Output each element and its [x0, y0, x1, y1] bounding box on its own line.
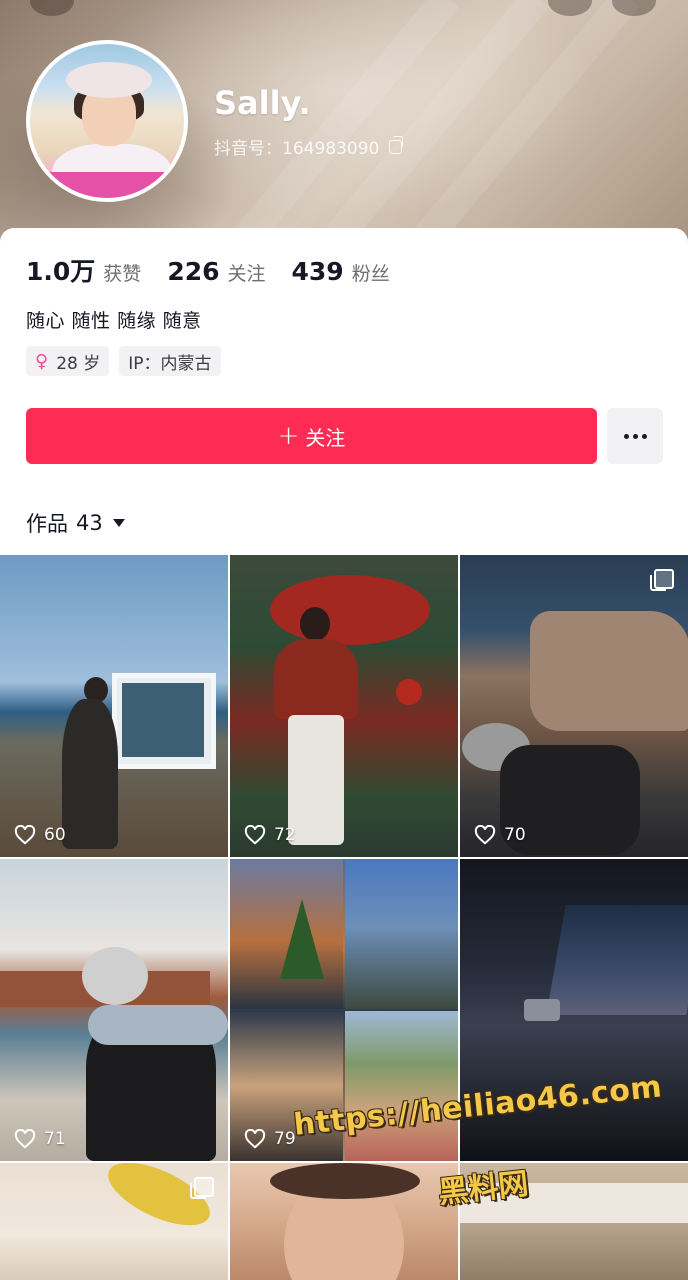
ornament: [396, 679, 422, 705]
heart-icon: [244, 1129, 266, 1149]
ip-tag: IP：内蒙古: [119, 346, 221, 376]
person-sweater: [274, 639, 358, 719]
stat-followers-count: 439: [291, 257, 344, 286]
person-pants: [288, 715, 344, 845]
avatar-towel: [30, 172, 184, 198]
back-button[interactable]: [30, 0, 74, 16]
heart-icon: [14, 1129, 36, 1149]
search-button[interactable]: [548, 0, 592, 16]
video-thumbnail[interactable]: [230, 1163, 458, 1280]
multi-image-icon: [190, 1177, 214, 1199]
balloon: [99, 1163, 219, 1239]
stat-following[interactable]: 226 关注: [167, 257, 265, 286]
christmas-tree: [280, 899, 324, 979]
douyin-id-text: 抖音号：164983090: [214, 139, 380, 159]
multi-image-icon: [650, 569, 674, 591]
car-window: [546, 905, 688, 1015]
person-hair: [270, 1163, 420, 1199]
douyin-id-row: 抖音号：164983090: [214, 134, 404, 159]
likes-counter: 72: [244, 825, 296, 845]
heart-icon: [474, 825, 496, 845]
side-mirror: [524, 999, 560, 1021]
stat-following-count: 226: [167, 257, 220, 286]
likes-count: 60: [44, 825, 66, 845]
profile-stats: 1.0万 获赞 226 关注 439 粉丝: [26, 252, 416, 288]
video-thumbnail[interactable]: 71: [0, 859, 228, 1161]
more-options-button[interactable]: [607, 408, 663, 464]
stat-followers-label: 粉丝: [351, 263, 390, 285]
more-dot-icon: [632, 433, 638, 439]
person-head: [300, 607, 330, 641]
rock: [530, 611, 688, 731]
follow-button-label: 关注: [305, 425, 346, 450]
works-tab-count: 43: [76, 511, 103, 535]
profile-bio: 随心 随性 随缘 随意: [26, 310, 202, 332]
collage-tile: [345, 1011, 458, 1161]
likes-counter: 60: [14, 825, 66, 845]
works-tab[interactable]: 作品 43: [26, 508, 125, 538]
video-thumbnail[interactable]: 72: [230, 555, 458, 857]
age-tag-text: 28 岁: [56, 353, 101, 374]
likes-counter: 79: [244, 1129, 296, 1149]
profile-info-card: 1.0万 获赞 226 关注 439 粉丝 随心 随性 随缘 随意 ♀ 28 岁…: [0, 228, 688, 558]
likes-count: 72: [274, 825, 296, 845]
works-grid: 60 72 70 71 79: [0, 555, 688, 1280]
profile-tags: ♀ 28 岁 IP：内蒙古: [26, 346, 221, 376]
follow-button[interactable]: + 关注: [26, 408, 597, 464]
person-figure: [62, 699, 118, 849]
stat-likes-count: 1.0万: [26, 257, 96, 286]
likes-counter: 70: [474, 825, 526, 845]
stat-followers[interactable]: 439 粉丝: [292, 257, 390, 286]
sign-board-panel: [122, 683, 204, 757]
caret-down-icon: [112, 519, 125, 527]
heart-icon: [14, 825, 36, 845]
likes-count: 70: [504, 825, 526, 845]
copy-icon[interactable]: [389, 135, 404, 154]
avatar-hat: [66, 62, 152, 98]
heart-icon: [244, 825, 266, 845]
stat-following-label: 关注: [227, 263, 266, 285]
video-thumbnail[interactable]: [0, 1163, 228, 1280]
video-thumbnail[interactable]: 70: [460, 555, 688, 857]
more-dot-icon: [641, 433, 647, 439]
likes-count: 71: [44, 1129, 66, 1149]
stat-likes[interactable]: 1.0万 获赞: [26, 252, 141, 288]
video-thumbnail[interactable]: 60: [0, 555, 228, 857]
watermark-name: 黑料网: [436, 1166, 531, 1211]
female-icon: ♀: [35, 350, 49, 372]
likes-counter: 71: [14, 1129, 66, 1149]
collage-tile: [345, 859, 458, 1009]
avatar[interactable]: [26, 40, 188, 202]
stat-likes-label: 获赞: [103, 263, 142, 285]
plus-icon: +: [277, 421, 300, 451]
red-bow: [270, 575, 430, 645]
person-hat: [82, 947, 148, 1005]
scarf: [88, 1005, 228, 1045]
profile-name: Sally.: [214, 84, 311, 122]
ip-tag-text: IP：内蒙古: [128, 353, 212, 374]
works-tab-label: 作品: [26, 512, 68, 536]
more-dot-icon: [623, 433, 629, 439]
likes-count: 79: [274, 1129, 296, 1149]
age-tag: ♀ 28 岁: [26, 346, 110, 376]
